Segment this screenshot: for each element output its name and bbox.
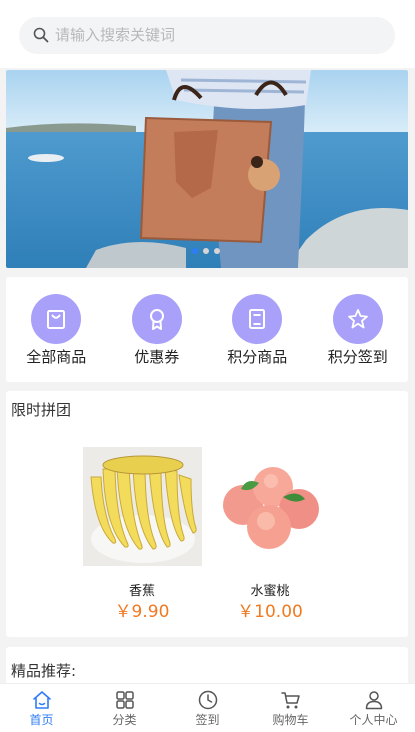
section-title: 精品推荐: [11,662,77,680]
grid-icon [115,691,134,709]
search-icon [33,27,49,43]
banana-image [82,447,202,566]
bottom-tab-bar: 首页 分类 签到 购物车 个人中心 [0,683,415,732]
tab-label: 个人中心 [349,713,398,727]
tab-profile[interactable]: 个人中心 [332,684,415,732]
tab-checkin[interactable]: 签到 [166,684,249,732]
tab-label: 分类 [112,713,137,727]
menu-item-label: 全部商品 [26,348,87,366]
product-price: ￥10.00 [237,602,303,622]
quick-menu: 全部商品 优惠券 积分商品 积分签到 [6,277,408,382]
tab-category[interactable]: 分类 [83,684,166,732]
ribbon-badge-icon [131,294,182,344]
tab-cart[interactable]: 购物车 [249,684,332,732]
clock-icon [198,690,217,710]
cart-icon [280,692,300,709]
group-buy-section: 限时拼团 香蕉 ￥9.90 水蜜桃 ￥10.00 [6,391,408,637]
banner-carousel[interactable] [6,70,408,268]
menu-item-points-products[interactable]: 积分商品 [207,277,308,382]
book-icon [232,294,283,344]
star-icon [332,294,383,344]
menu-item-label: 积分商品 [227,348,288,366]
menu-item-coupons[interactable]: 优惠券 [107,277,208,382]
search-bar: 请输入搜索关键词 [0,0,415,68]
product-card-banana[interactable]: 香蕉 ￥9.90 [82,447,202,622]
tab-label: 首页 [29,713,54,727]
carousel-dot[interactable] [192,248,198,254]
bag-icon [31,294,82,344]
tab-label: 签到 [195,713,220,727]
product-name: 水蜜桃 [250,584,290,599]
menu-item-points-checkin[interactable]: 积分签到 [308,277,409,382]
menu-item-label: 优惠券 [134,348,180,366]
carousel-dot[interactable] [214,248,220,254]
search-placeholder: 请输入搜索关键词 [55,26,176,44]
tab-home[interactable]: 首页 [0,684,83,732]
carousel-dot[interactable] [203,248,209,254]
user-icon [365,691,382,710]
search-input[interactable]: 请输入搜索关键词 [19,17,395,54]
menu-item-all-products[interactable]: 全部商品 [6,277,107,382]
product-card-peach[interactable]: 水蜜桃 ￥10.00 [210,447,330,622]
product-price: ￥9.90 [114,602,170,622]
banner-image [6,70,408,268]
peach-image [210,447,330,566]
tab-label: 购物车 [272,713,309,727]
carousel-indicator [192,248,220,254]
home-icon [32,691,51,709]
section-title: 限时拼团 [11,401,72,419]
product-name: 香蕉 [128,584,155,599]
menu-item-label: 积分签到 [327,348,388,366]
